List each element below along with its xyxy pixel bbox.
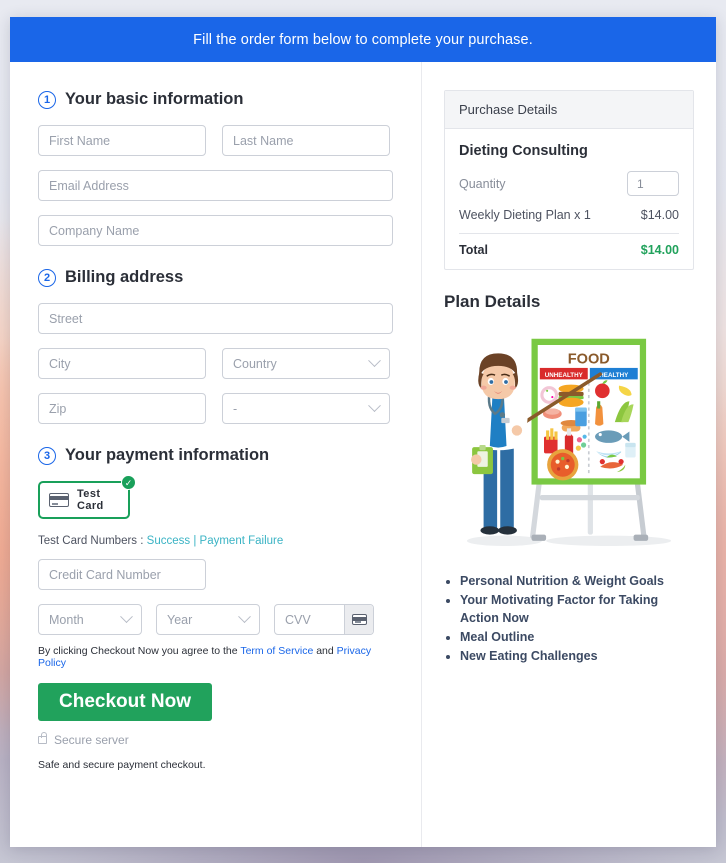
street-row: Street [38,303,393,334]
section-title: Your basic information [65,90,244,108]
expiry-month-selected-value: Month [49,612,84,627]
section-heading-payment-information: 3 Your payment information [38,446,393,465]
page-root: Fill the order form below to complete yo… [0,0,726,863]
email-placeholder: Email Address [49,178,129,193]
total-label: Total [459,243,488,257]
test-card-label: Test Card [77,488,104,512]
company-row: Company Name [38,215,393,246]
section-title: Billing address [65,268,184,286]
purchase-details-body: Dieting Consulting Quantity 1 Weekly Die… [445,129,693,269]
expiry-year-selected-value: Year [167,612,193,627]
test-card-failure-link[interactable]: Payment Failure [200,535,284,547]
terms-of-service-link[interactable]: Term of Service [240,645,313,657]
credit-card-number-input[interactable]: Credit Card Number [38,559,206,590]
credit-card-icon [49,493,69,507]
state-select[interactable]: - [222,393,390,424]
last-name-input[interactable]: Last Name [222,125,390,156]
company-name-placeholder: Company Name [49,223,140,238]
line-item-amount: $14.00 [640,208,679,222]
step-number-icon: 1 [38,90,56,109]
expiry-month-select[interactable]: Month [38,604,142,635]
board-healthy-label: HEALTHY [599,372,629,379]
street-input[interactable]: Street [38,303,393,334]
list-item: New Eating Challenges [460,647,694,665]
plan-details-title: Plan Details [444,292,541,311]
total-amount: $14.00 [640,243,679,257]
chevron-down-icon [368,354,381,368]
state-selected-value: - [233,401,238,416]
cvv-placeholder: CVV [285,612,311,627]
quantity-label: Quantity [459,176,506,191]
last-name-placeholder: Last Name [233,133,294,148]
line-item-row: Weekly Dieting Plan x 1 $14.00 [459,208,679,234]
name-row: First Name Last Name [38,125,393,156]
board-title: FOOD [568,352,610,368]
country-selected-value: Country [233,356,277,371]
section-heading-basic-information: 1 Your basic information [38,90,393,109]
checkout-card: Fill the order form below to complete yo… [10,17,716,847]
list-item: Personal Nutrition & Weight Goals [460,572,694,590]
chevron-down-icon [238,610,251,624]
purchase-details-panel: Purchase Details Dieting Consulting Quan… [444,90,694,270]
total-row: Total $14.00 [459,243,679,257]
credit-card-icon [351,614,367,625]
step-number-icon: 2 [38,268,56,287]
check-circle-icon: ✓ [121,475,136,490]
zip-placeholder: Zip [49,401,67,416]
cvv-card-icon [344,605,373,634]
cvv-input[interactable]: CVV [274,604,374,635]
summary-column: Purchase Details Dieting Consulting Quan… [422,62,716,847]
purchase-details-header: Purchase Details [445,91,693,129]
first-name-input[interactable]: First Name [38,125,206,156]
quantity-row: Quantity 1 [459,171,679,196]
secure-server-note: Secure server [38,732,393,747]
checkout-now-button[interactable]: Checkout Now [38,683,212,721]
expiry-year-select[interactable]: Year [156,604,260,635]
country-select[interactable]: Country [222,348,390,379]
test-card-success-link[interactable]: Success [147,535,190,547]
order-form-column: 1 Your basic information First Name Last… [10,62,422,847]
company-name-input[interactable]: Company Name [38,215,393,246]
credit-card-number-row: Credit Card Number [38,559,393,590]
zip-state-row: Zip - [38,393,393,424]
street-placeholder: Street [49,311,83,326]
dietician-illustration: FOOD UNHEALTHY HEALTHY [466,338,672,547]
step-number-icon: 3 [38,446,56,465]
legal-prefix: By clicking Checkout Now you agree to th… [38,645,238,657]
section-title: Your payment information [65,446,270,464]
zip-input[interactable]: Zip [38,393,206,424]
chevron-down-icon [368,399,381,413]
city-placeholder: City [49,356,71,371]
lock-icon [38,732,47,744]
line-item-label: Weekly Dieting Plan x 1 [459,208,591,222]
test-card-payment-method-option[interactable]: Test Card ✓ [38,475,136,519]
section-heading-billing-address: 2 Billing address [38,268,393,287]
product-title: Dieting Consulting [459,143,588,159]
list-item: Meal Outline [460,628,694,646]
test-card-numbers-label: Test Card Numbers : [38,535,144,547]
safe-checkout-note: Safe and secure payment checkout. [38,759,206,771]
secure-server-label: Secure server [54,733,129,747]
email-row: Email Address [38,170,393,201]
email-input[interactable]: Email Address [38,170,393,201]
credit-card-number-placeholder: Credit Card Number [49,567,161,582]
list-item: Your Motivating Factor for Taking Action… [460,591,694,627]
legal-agreement-text: By clicking Checkout Now you agree to th… [38,645,393,669]
expiry-cvv-row: Month Year CVV [38,604,393,635]
chevron-down-icon [120,610,133,624]
first-name-placeholder: First Name [49,133,111,148]
city-input[interactable]: City [38,348,206,379]
card-columns: 1 Your basic information First Name Last… [10,62,716,847]
page-banner: Fill the order form below to complete yo… [10,17,716,62]
legal-and: and [316,645,334,657]
test-card-link-separator: | [193,535,197,547]
plan-bullet-list: Personal Nutrition & Weight Goals Your M… [444,572,694,666]
banner-text: Fill the order form below to complete yo… [193,31,533,48]
quantity-input[interactable]: 1 [627,171,679,196]
board-unhealthy-label: UNHEALTHY [545,372,584,379]
city-country-row: City Country [38,348,393,379]
test-card-numbers-line: Test Card Numbers : Success | Payment Fa… [38,535,393,547]
